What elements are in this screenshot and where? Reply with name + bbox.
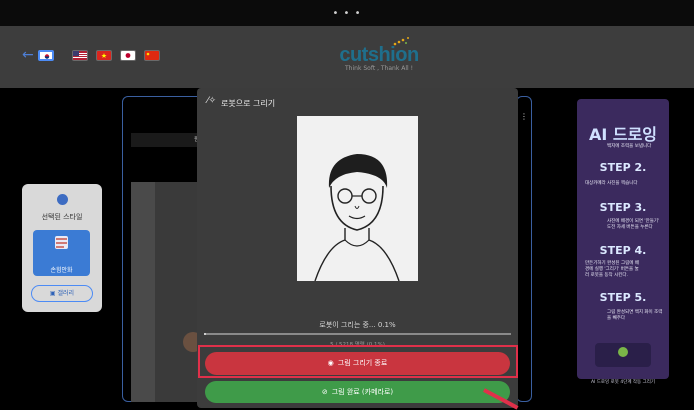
ad-title: AI 드로잉 <box>588 125 658 144</box>
ad-logo-icon <box>595 343 651 367</box>
gallery-label: 갤러리 <box>57 290 75 297</box>
ad-caption: AI 드로잉 로봇 4단계 작동 그리기 <box>590 380 656 385</box>
check-circle-icon: ⊘ <box>321 388 328 396</box>
stop-drawing-button[interactable]: ◉ 그림 그리기 종료 <box>205 352 510 375</box>
portrait-sketch <box>297 116 418 282</box>
more-vert-icon[interactable]: ⋮ <box>520 112 528 121</box>
magic-wand-icon: ⁄✧ <box>207 96 217 106</box>
ad-step4-text: 만든기하기 완성된 그림에 배경에 실행 '그리기' 버튼을 눌러 로봇을 동작… <box>585 261 639 278</box>
style-preview-icon <box>55 236 68 249</box>
drawing-complete-label: 그림 완료 (카메라로) <box>331 388 394 396</box>
image-icon: ▣ <box>49 290 58 297</box>
source-photo <box>131 182 203 402</box>
ad-step3: STEP 3. <box>599 201 647 214</box>
stop-drawing-label: 그림 그리기 종료 <box>337 359 388 367</box>
result-frame <box>516 96 532 402</box>
usa-flag-icon[interactable] <box>72 50 88 61</box>
selected-style-label: 손힘안화 <box>50 267 73 274</box>
ad-step2-text: 대상카메라 사진을 찍습니다 <box>585 181 638 186</box>
drawing-complete-button[interactable]: ⊘ 그림 완료 (카메라로) <box>205 381 510 403</box>
ad-step2: STEP 2. <box>599 161 647 174</box>
ad-step4: STEP 4. <box>599 244 647 257</box>
ad-step5: STEP 5. <box>599 291 647 304</box>
top-bar: • • • <box>0 0 694 26</box>
progress-bar <box>204 333 511 335</box>
style-panel: 선택된 스타일 손힘안화 ▣ 갤러리 <box>22 184 102 312</box>
korea-flag-icon[interactable] <box>38 50 54 61</box>
palette-icon <box>57 194 68 205</box>
dialog-title: 로봇으로 그리기 <box>221 99 276 108</box>
japan-flag-icon[interactable] <box>120 50 136 61</box>
logo-tagline: Think Soft , Thank All ! <box>345 65 413 72</box>
cutshion-logo: cutshion Think Soft , Thank All ! <box>334 37 424 72</box>
ai-drawing-ad-panel: AI 드로잉 백지에 조력을 보냅니다 STEP 2. 대상카메라 사진을 찍습… <box>577 99 669 379</box>
arrow-left-icon[interactable]: ← <box>22 47 34 63</box>
ad-step3-text: 사진에 배경이 되면 '만들기' 도전 자세 버튼을 누른다 <box>607 219 660 230</box>
progress-fill <box>204 333 206 335</box>
china-flag-icon[interactable] <box>144 50 160 61</box>
logo-wordmark: cutshion <box>339 44 419 66</box>
ad-step5-text: 그림 완성되면 백지 화이 조력을 빼주다 <box>607 310 663 321</box>
ad-step1-text: 백지에 조력을 보냅니다 <box>607 144 652 149</box>
drawing-preview <box>297 116 418 282</box>
drawing-status: 로봇이 그리는 중... 0.1% <box>319 321 396 329</box>
logo-dots-icon <box>393 37 409 46</box>
selected-style-thumb[interactable]: 손힘안화 <box>33 230 90 276</box>
more-menu-icon[interactable]: • • • <box>332 8 361 19</box>
stop-circle-icon: ◉ <box>327 359 334 367</box>
vietnam-flag-icon[interactable] <box>96 50 112 61</box>
style-panel-title: 선택된 스타일 <box>41 213 83 221</box>
gallery-button[interactable]: ▣ 갤러리 <box>31 285 93 302</box>
